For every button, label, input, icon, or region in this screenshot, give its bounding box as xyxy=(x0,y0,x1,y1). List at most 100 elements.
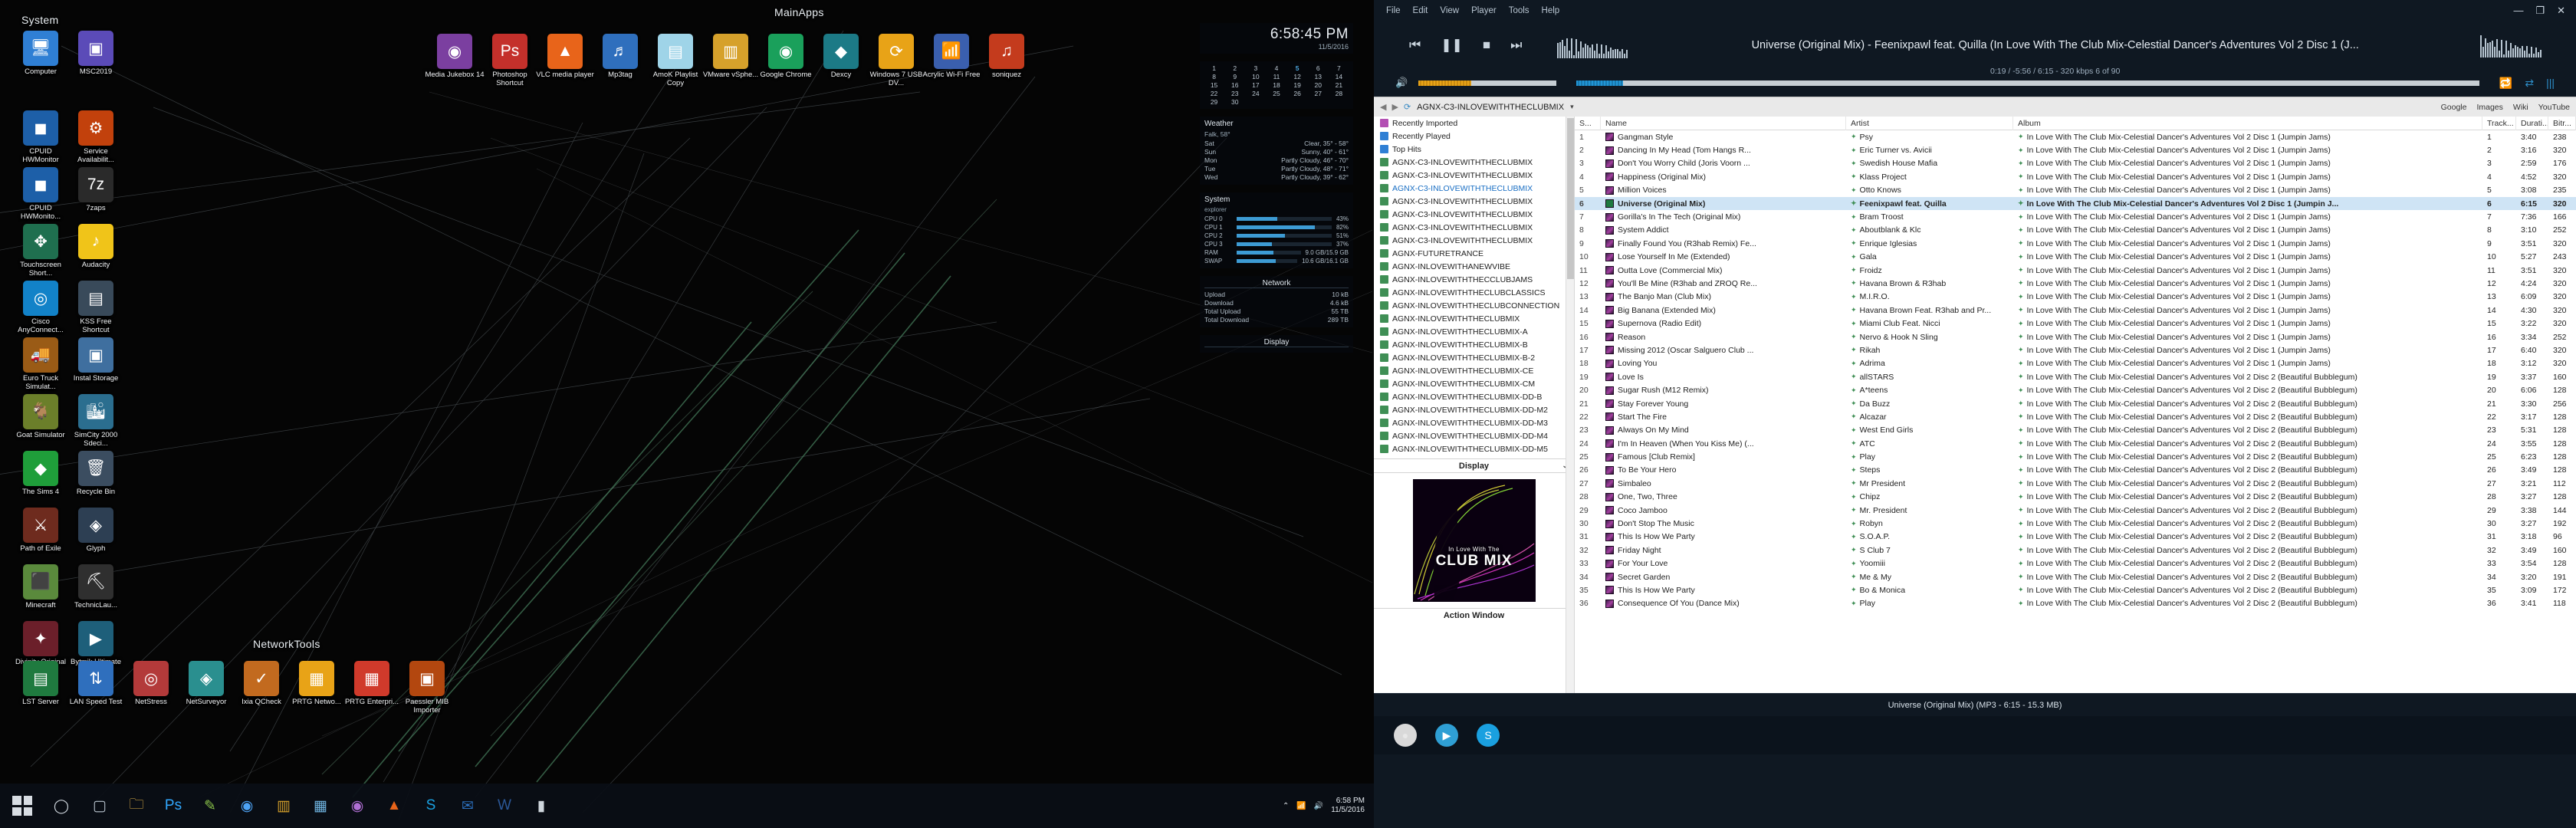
table-row[interactable]: 5 Million Voices ✦ Otto Knows ✦ In Love With … xyxy=(1575,184,2576,197)
desktop-icon-mainapps-2[interactable]: ▲ VLC media player xyxy=(535,34,595,80)
minimize-button[interactable]: — xyxy=(2513,5,2523,17)
search-icon[interactable]: ◯ xyxy=(44,784,78,828)
calendar-day[interactable]: 3 xyxy=(1246,64,1265,72)
transport-controls[interactable]: ⏮ ❚❚ ■ ⏭ xyxy=(1409,38,1522,53)
desktop-icon-system-9[interactable]: ▤ KSS Free Shortcut xyxy=(66,281,126,334)
tree-item-9[interactable]: AGNX-C3-INLOVEWITHTHECLUBMIX xyxy=(1374,234,1574,247)
table-row[interactable]: 20 Sugar Rush (M12 Remix) ✦ A*teens ✦ In Love… xyxy=(1575,383,2576,396)
column-header-track[interactable]: Track... xyxy=(2482,116,2516,130)
desktop-icon-network-6[interactable]: ▦ PRTG Enterpri... xyxy=(342,661,402,707)
tree-item-8[interactable]: AGNX-C3-INLOVEWITHTHECLUBMIX xyxy=(1374,221,1574,234)
taskbar[interactable]: ◯ ▢ 🗀 Ps ✎ ◉ ▥ ▦ ◉ ▲ S ✉ W ▮ ⌃ 📶 🔊 6:58 PM 11/5/2016 xyxy=(0,784,1374,828)
table-row[interactable]: 33 For Your Love ✦ Yoomiii ✦ In Love With The… xyxy=(1575,557,2576,570)
explorer-link-google[interactable]: Google xyxy=(2441,103,2467,112)
calendar-day[interactable]: 8 xyxy=(1204,73,1224,80)
tree-item-20[interactable]: AGNX-INLOVEWITHTHECLUBMIX-CM xyxy=(1374,377,1574,390)
table-row[interactable]: 18 Loving You ✦ Adrima ✦ In Love With The Clu… xyxy=(1575,357,2576,370)
desktop-icon-mainapps-1[interactable]: Ps Photoshop Shortcut xyxy=(480,34,540,87)
calendar-day[interactable]: 15 xyxy=(1204,81,1224,89)
tree-item-23[interactable]: AGNX-INLOVEWITHTHECLUBMIX-DD-M3 xyxy=(1374,416,1574,429)
desktop-icon-network-0[interactable]: ▤ LST Server xyxy=(11,661,71,707)
desktop-icon-network-2[interactable]: ◎ NetStress xyxy=(121,661,181,707)
explorer-path-caret[interactable]: ▾ xyxy=(1570,103,1574,111)
calendar-day[interactable]: 22 xyxy=(1204,90,1224,97)
close-button[interactable]: ✕ xyxy=(2557,5,2565,17)
calendar-day[interactable]: 28 xyxy=(1329,90,1349,97)
tree-item-25[interactable]: AGNX-INLOVEWITHTHECLUBMIX-DD-M5 xyxy=(1374,442,1574,455)
table-row[interactable]: 10 Lose Yourself In Me (Extended) ✦ Gala ✦ In… xyxy=(1575,251,2576,264)
shuffle-icon[interactable]: ⇄ xyxy=(2525,77,2534,90)
desktop-icon-mainapps-4[interactable]: ▤ AmoK Playlist Copy xyxy=(646,34,705,87)
tree-item-16[interactable]: AGNX-INLOVEWITHTHECLUBMIX-A xyxy=(1374,325,1574,338)
table-row[interactable]: 34 Secret Garden ✦ Me & My ✦ In Love With The… xyxy=(1575,570,2576,583)
taskbar-outlook[interactable]: ✉ xyxy=(451,788,485,823)
action-window-header[interactable]: Action Window xyxy=(1374,608,1574,623)
calendar-day[interactable]: 9 xyxy=(1225,73,1244,80)
table-row[interactable]: 23 Always On My Mind ✦ West End Girls ✦ In Lo… xyxy=(1575,424,2576,437)
library-tree[interactable]: Recently Imported Recently Played Top Hits… xyxy=(1374,117,1575,693)
back-icon[interactable]: ◀ xyxy=(1380,102,1386,112)
explorer-link-wiki[interactable]: Wiki xyxy=(2513,103,2528,112)
tree-item-19[interactable]: AGNX-INLOVEWITHTHECLUBMIX-CE xyxy=(1374,364,1574,377)
table-row[interactable]: 25 Famous [Club Remix] ✦ Play ✦ In Love With … xyxy=(1575,450,2576,463)
desktop-icon-network-4[interactable]: ✓ Ixia QCheck xyxy=(232,661,291,707)
media-jukebox-window[interactable]: File Edit View Player Tools Help — ❐ ✕ ⏮ ❚❚ ■… xyxy=(1374,0,2576,828)
taskbar-vmware[interactable]: ▥ xyxy=(267,788,301,823)
table-row[interactable]: 4 Happiness (Original Mix) ✦ Klass Project ✦… xyxy=(1575,170,2576,183)
tree-item-3[interactable]: AGNX-C3-INLOVEWITHTHECLUBMIX xyxy=(1374,156,1574,169)
desktop-icon-system-1[interactable]: ▣ MSC2019 xyxy=(66,31,126,77)
taskbar-vlc[interactable]: ▲ xyxy=(377,788,411,823)
calendar-day[interactable]: 25 xyxy=(1267,90,1286,97)
equalizer-icon[interactable]: ||| xyxy=(2546,77,2555,90)
desktop-icon-system-14[interactable]: ◆ The Sims 4 xyxy=(11,451,71,497)
tree-item-17[interactable]: AGNX-INLOVEWITHTHECLUBMIX-B xyxy=(1374,338,1574,351)
taskbar-word[interactable]: W xyxy=(488,788,521,823)
table-row[interactable]: 3 Don't You Worry Child (Joris Voorn ... ✦… xyxy=(1575,157,2576,170)
desktop-icon-system-3[interactable]: ⚙ Service Availabilit... xyxy=(66,110,126,164)
desktop-icon-mainapps-5[interactable]: ▥ VMware vSphe... xyxy=(701,34,761,80)
play-button[interactable]: ▶ xyxy=(1435,724,1458,747)
calendar-day[interactable]: 17 xyxy=(1246,81,1265,89)
network-gadget[interactable]: Network Upload 10 kB Download 4.6 kB Total U… xyxy=(1200,276,1353,327)
display-section-header[interactable]: Display ⌄ xyxy=(1374,458,1574,473)
tree-item-18[interactable]: AGNX-INLOVEWITHTHECLUBMIX-B-2 xyxy=(1374,351,1574,364)
calendar-day[interactable]: 20 xyxy=(1309,81,1328,89)
desktop-icon-mainapps-6[interactable]: ◉ Google Chrome xyxy=(756,34,816,80)
tree-item-13[interactable]: AGNX-INLOVEWITHTHECLUBCLASSICS xyxy=(1374,286,1574,299)
taskbar-calculator[interactable]: ▦ xyxy=(304,788,337,823)
taskbar-skype[interactable]: S xyxy=(414,788,448,823)
tree-item-5[interactable]: AGNX-C3-INLOVEWITHTHECLUBMIX xyxy=(1374,182,1574,195)
tree-item-22[interactable]: AGNX-INLOVEWITHTHECLUBMIX-DD-M2 xyxy=(1374,403,1574,416)
table-row[interactable]: 21 Stay Forever Young ✦ Da Buzz ✦ In Love Wit… xyxy=(1575,397,2576,410)
calendar-day[interactable]: 18 xyxy=(1267,81,1286,89)
menu-edit[interactable]: Edit xyxy=(1413,6,1428,15)
explorer-search-links[interactable]: Google Images Wiki YouTube xyxy=(2441,103,2570,112)
pause-icon[interactable]: ❚❚ xyxy=(1441,38,1463,53)
taskbar-chrome[interactable]: ◉ xyxy=(230,788,264,823)
tree-item-1[interactable]: Recently Played xyxy=(1374,130,1574,143)
table-row[interactable]: 14 Big Banana (Extended Mix) ✦ Havana Brown… xyxy=(1575,304,2576,317)
calendar-day[interactable]: 4 xyxy=(1267,64,1286,72)
tree-item-0[interactable]: Recently Imported xyxy=(1374,117,1574,130)
calendar-day[interactable]: 29 xyxy=(1204,98,1224,106)
forward-icon[interactable]: ▶ xyxy=(1392,102,1398,112)
calendar-day[interactable]: 14 xyxy=(1329,73,1349,80)
next-track-icon[interactable]: ⏭ xyxy=(1510,38,1522,53)
tree-scrollbar[interactable] xyxy=(1566,117,1574,693)
desktop-icon-system-7[interactable]: ♪ Audacity xyxy=(66,224,126,270)
repeat-icon[interactable]: 🔁 xyxy=(2499,77,2512,90)
calendar-day[interactable]: 27 xyxy=(1309,90,1328,97)
desktop-icon-system-0[interactable]: 🖥 Computer xyxy=(11,31,71,77)
column-header-album[interactable]: Album xyxy=(2013,116,2482,130)
table-row[interactable]: 1 Gangman Style ✦ Psy ✦ In Love With The Club… xyxy=(1575,130,2576,143)
table-row[interactable]: 8 System Addict ✦ Aboutblank & Klc ✦ In Love … xyxy=(1575,224,2576,237)
desktop-wallpaper[interactable]: System MainApps NetworkTools 🖥 Computer ▣ M… xyxy=(0,0,1374,828)
tree-item-2[interactable]: Top Hits xyxy=(1374,143,1574,156)
table-row[interactable]: 36 Consequence Of You (Dance Mix) ✦ Play ✦ In… xyxy=(1575,597,2576,610)
table-row[interactable]: 27 Simbaleo ✦ Mr President ✦ In Love With The… xyxy=(1575,477,2576,490)
desktop-icon-system-21[interactable]: ▶Bytmik Ultimate xyxy=(66,621,126,667)
desktop-icon-mainapps-8[interactable]: ⟳ Windows 7 USB DV... xyxy=(866,34,926,87)
desktop-icon-system-13[interactable]: 🏙 SimCity 2000 Sdeci... xyxy=(66,394,126,448)
table-row[interactable]: 22 Start The Fire ✦ Alcazar ✦ In Love With Th… xyxy=(1575,410,2576,423)
desktop-icon-system-6[interactable]: ✥ Touchscreen Short... xyxy=(11,224,71,278)
